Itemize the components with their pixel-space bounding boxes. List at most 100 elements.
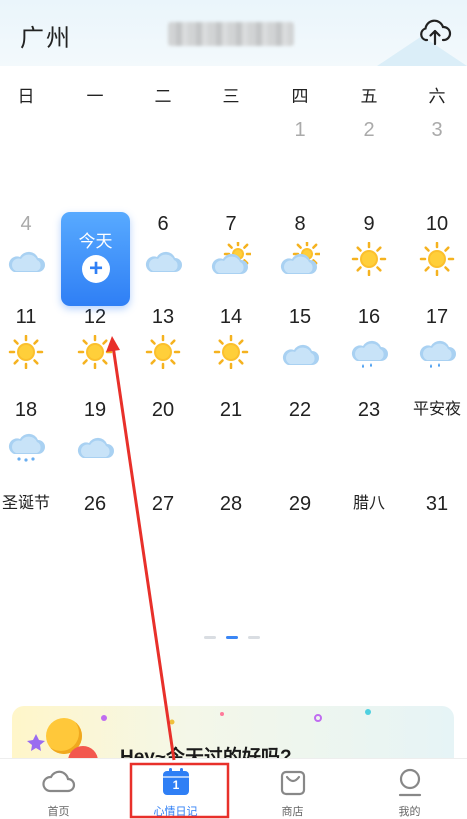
day-label: 7 xyxy=(225,213,237,235)
day-label: 14 xyxy=(219,306,243,328)
day-label: 1 xyxy=(294,119,306,141)
calendar-day-cell[interactable]: 9 xyxy=(337,210,401,276)
calendar-day-cell[interactable]: 19 xyxy=(63,396,127,462)
calendar-day-cell[interactable]: 22 xyxy=(268,396,332,424)
tab-shop[interactable]: 商店 xyxy=(234,759,351,819)
weekday-header: 日一二三四五六 xyxy=(0,82,467,106)
cloudy-icon xyxy=(145,251,182,272)
day-label: 10 xyxy=(425,213,449,235)
weekday-label: 五 xyxy=(360,87,378,106)
day-label: 8 xyxy=(294,213,306,235)
today-label: 今天 xyxy=(78,232,113,251)
calendar-day-cell[interactable]: 21 xyxy=(199,396,263,424)
calendar-day-cell[interactable]: 18 xyxy=(0,396,58,462)
calendar-day-cell[interactable]: 腊八 xyxy=(337,490,401,518)
weekday-label: 六 xyxy=(428,87,446,106)
shopping-bag-icon xyxy=(280,770,306,796)
calendar-day-cell[interactable]: 10 xyxy=(405,210,467,276)
blurred-title xyxy=(168,22,294,46)
calendar-day-cell[interactable]: 16 xyxy=(337,303,401,369)
top-header: 广州 xyxy=(0,0,467,66)
calendar-badge: 1 xyxy=(172,778,180,792)
day-label: 18 xyxy=(14,399,38,421)
cloud-icon xyxy=(42,770,76,793)
weekday-label: 二 xyxy=(154,87,172,106)
profile-icon xyxy=(398,768,422,797)
day-label: 21 xyxy=(219,399,243,421)
day-label: 29 xyxy=(288,493,312,515)
city-name[interactable]: 广州 xyxy=(20,18,72,53)
tab-mood-diary-label: 心情日记 xyxy=(153,806,198,818)
calendar-day-cell[interactable]: 17 xyxy=(405,303,467,369)
day-label: 22 xyxy=(288,399,312,421)
day-label: 4 xyxy=(20,213,32,235)
cloud-upload-icon[interactable] xyxy=(418,16,452,50)
sunny-icon xyxy=(8,335,44,369)
tab-profile-label: 我的 xyxy=(398,806,421,818)
weekday-label: 四 xyxy=(291,87,309,106)
add-diary-icon[interactable]: + xyxy=(82,255,110,283)
calendar-day-cell[interactable]: 20 xyxy=(131,396,195,424)
day-label: 28 xyxy=(219,493,243,515)
weekday-label: 三 xyxy=(222,87,240,106)
partly-sunny-icon xyxy=(280,242,320,274)
rain-icon xyxy=(419,340,456,368)
day-label: 26 xyxy=(83,493,107,515)
page-dot[interactable] xyxy=(226,636,238,639)
day-label: 16 xyxy=(357,306,381,328)
day-label: 平安夜 xyxy=(412,401,461,418)
day-label: 27 xyxy=(151,493,175,515)
calendar-day-cell[interactable]: 26 xyxy=(63,490,127,518)
sunny-icon xyxy=(145,335,181,369)
day-label: 15 xyxy=(288,306,312,328)
day-label: 31 xyxy=(425,493,449,515)
day-label: 2 xyxy=(363,119,375,141)
weekday-label: 日 xyxy=(17,87,35,106)
weekday-label: 一 xyxy=(86,87,104,106)
calendar-day-cell[interactable]: 1 xyxy=(268,116,332,144)
calendar-day-cell[interactable]: 29 xyxy=(268,490,332,518)
calendar-day-cell[interactable]: 4 xyxy=(0,210,58,276)
calendar-day-cell[interactable]: 14 xyxy=(199,303,263,369)
partly-sunny-icon xyxy=(211,242,251,274)
calendar-day-cell[interactable]: 7 xyxy=(199,210,263,276)
day-label: 6 xyxy=(157,213,169,235)
calendar-day-cell[interactable]: 28 xyxy=(199,490,263,518)
cloudy-icon xyxy=(77,437,114,458)
sunny-icon xyxy=(213,335,249,369)
cloudy-icon xyxy=(8,251,45,272)
tab-mood-diary[interactable]: 1 心情日记 xyxy=(117,759,234,819)
calendar-day-cell[interactable]: 8 xyxy=(268,210,332,276)
calendar-day-cell[interactable]: 平安夜 xyxy=(405,396,467,424)
day-label: 12 xyxy=(83,306,107,328)
day-label: 13 xyxy=(151,306,175,328)
bottom-tab-bar: 首页 1 心情日记 商店 我的 xyxy=(0,758,467,819)
calendar-day-cell[interactable]: 15 xyxy=(268,303,332,369)
calendar-day-cell[interactable]: 13 xyxy=(131,303,195,369)
page-indicator xyxy=(204,636,262,640)
tab-profile[interactable]: 我的 xyxy=(351,759,467,819)
calendar-day-cell[interactable]: 12 xyxy=(63,303,127,369)
day-label: 11 xyxy=(15,306,37,328)
day-label: 20 xyxy=(151,399,175,421)
day-label: 腊八 xyxy=(352,495,385,512)
calendar-day-cell[interactable]: 11 xyxy=(0,303,58,369)
calendar-day-cell[interactable]: 3 xyxy=(405,116,467,144)
page-dot[interactable] xyxy=(248,636,260,639)
day-label: 19 xyxy=(83,399,107,421)
day-label: 圣诞节 xyxy=(1,495,50,512)
calendar-day-cell[interactable]: 圣诞节 xyxy=(0,490,58,518)
snow-icon xyxy=(8,433,45,462)
tab-home[interactable]: 首页 xyxy=(0,759,117,819)
calendar-day-cell[interactable]: 2 xyxy=(337,116,401,144)
calendar-day-cell[interactable]: 31 xyxy=(405,490,467,518)
calendar-day-cell[interactable]: 6 xyxy=(131,210,195,276)
day-label: 9 xyxy=(363,213,375,235)
sunny-icon xyxy=(351,242,387,276)
sunny-icon xyxy=(419,242,455,276)
page-dot[interactable] xyxy=(204,636,216,639)
calendar-day-cell[interactable]: 23 xyxy=(337,396,401,424)
tab-shop-label: 商店 xyxy=(281,806,304,818)
today-cell[interactable]: 今天 + xyxy=(61,212,130,306)
calendar-day-cell[interactable]: 27 xyxy=(131,490,195,518)
